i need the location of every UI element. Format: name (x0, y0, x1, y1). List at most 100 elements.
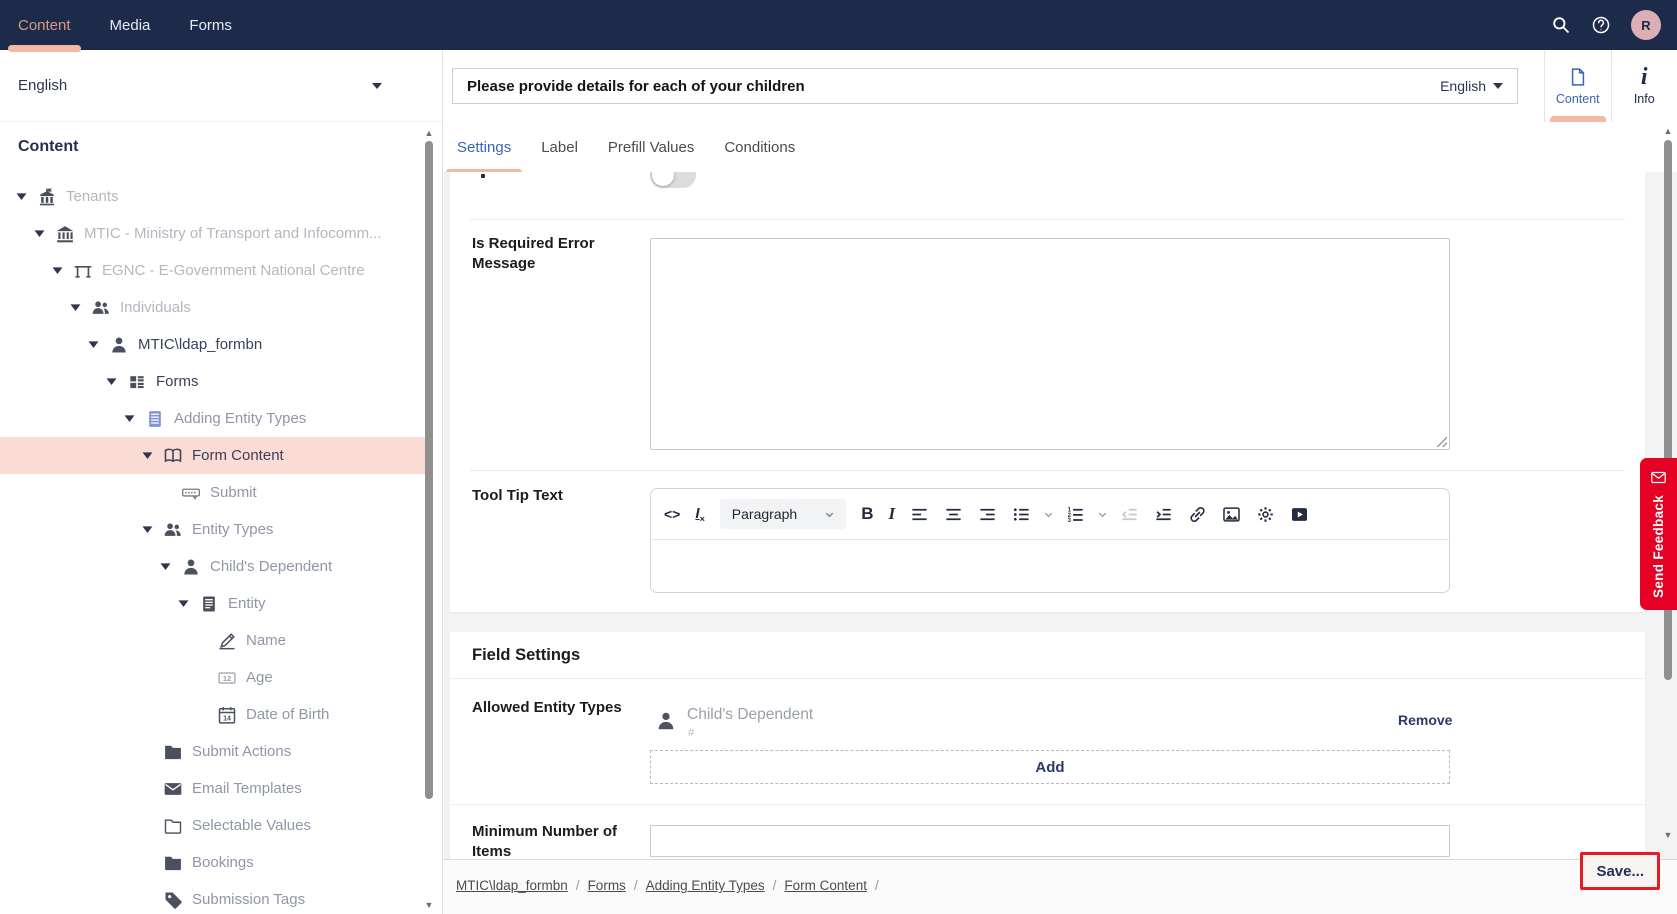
tree-item-label[interactable]: Forms (156, 373, 199, 390)
scrollbar-thumb[interactable] (425, 141, 433, 799)
search-icon[interactable] (1551, 15, 1571, 35)
tree-item-submit-actions[interactable]: Submit Actions (0, 733, 426, 770)
tree-item-label[interactable]: MTIC\ldap_formbn (138, 336, 262, 353)
form-title-input[interactable]: Please provide details for each of your … (452, 68, 1518, 104)
tree-item-label[interactable]: Adding Entity Types (174, 410, 306, 427)
tree-item-form-content[interactable]: Form Content (0, 437, 426, 474)
breadcrumb-link-form-content[interactable]: Form Content (784, 878, 867, 893)
tree-expand-caret-icon[interactable] (70, 303, 82, 312)
tree-item-date-of-birth[interactable]: Date of Birth (0, 696, 426, 733)
send-feedback-button[interactable]: Send Feedback (1640, 458, 1677, 610)
panel-tab-info[interactable]: i Info (1611, 50, 1677, 122)
scroll-up-icon[interactable]: ▲ (1662, 126, 1674, 136)
tree-item-entity-types[interactable]: Entity Types (0, 511, 426, 548)
tree-item-label[interactable]: Entity Types (192, 521, 273, 538)
tree-item-label[interactable]: Age (246, 669, 273, 686)
avatar[interactable]: R (1631, 10, 1661, 40)
toolbar-image-button[interactable] (1222, 505, 1241, 524)
tree-item-label[interactable]: Individuals (120, 299, 191, 316)
save-button[interactable]: Save... (1580, 852, 1660, 890)
breadcrumb-link-forms[interactable]: Forms (588, 878, 626, 893)
tree-item-label[interactable]: Date of Birth (246, 706, 329, 723)
nav-item-forms[interactable]: Forms (189, 0, 232, 50)
tab-conditions[interactable]: Conditions (724, 122, 795, 172)
tree-expand-caret-icon[interactable] (52, 266, 64, 275)
tree-item-label[interactable]: Email Templates (192, 780, 302, 797)
toolbar-video-button[interactable] (1290, 505, 1309, 524)
tree-expand-caret-icon[interactable] (34, 229, 46, 238)
tree-item-submit[interactable]: Submit (0, 474, 426, 511)
tab-label[interactable]: Label (541, 122, 578, 172)
breadcrumb-link-mtic-ldap-formbn[interactable]: MTIC\ldap_formbn (456, 878, 568, 893)
tree-item-child-s-dependent[interactable]: Child's Dependent (0, 548, 426, 585)
tab-prefill-values[interactable]: Prefill Values (608, 122, 694, 172)
scroll-down-icon[interactable]: ▼ (423, 900, 435, 910)
richtext-editor-content[interactable] (651, 540, 1449, 592)
tree-item-label[interactable]: Name (246, 632, 286, 649)
panel-tab-content[interactable]: Content (1545, 50, 1611, 122)
toolbar-clear-format-button[interactable]: I× (695, 505, 704, 524)
tree-item-age[interactable]: Age (0, 659, 426, 696)
toolbar-link-button[interactable] (1188, 505, 1207, 524)
tree-item-individuals[interactable]: Individuals (0, 289, 426, 326)
tab-settings[interactable]: Settings (457, 122, 511, 172)
toolbar-italic-button[interactable]: I (888, 504, 895, 524)
help-icon[interactable] (1591, 15, 1611, 35)
toolbar-align-left-button[interactable] (910, 505, 929, 524)
tree-item-mtic-ldap-formbn[interactable]: MTIC\ldap_formbn (0, 326, 426, 363)
sidebar-language-dropdown[interactable]: English (0, 50, 442, 122)
tree-item-email-templates[interactable]: Email Templates (0, 770, 426, 807)
title-language-dropdown[interactable]: English (1440, 78, 1503, 94)
tree-item-label[interactable]: Child's Dependent (210, 558, 332, 575)
scroll-up-icon[interactable]: ▲ (423, 128, 435, 138)
tree-item-label[interactable]: EGNC - E-Government National Centre (102, 262, 365, 279)
tree-item-egnc-e-government-national-centre[interactable]: EGNC - E-Government National Centre (0, 252, 426, 289)
tree-item-entity[interactable]: Entity (0, 585, 426, 622)
tree-item-label[interactable]: Submission Tags (192, 891, 305, 908)
tree-expand-caret-icon[interactable] (106, 377, 118, 386)
toolbar-outdent-button[interactable] (1120, 505, 1139, 524)
toolbar-align-center-button[interactable] (944, 505, 963, 524)
tree-item-adding-entity-types[interactable]: Adding Entity Types (0, 400, 426, 437)
tree-expand-caret-icon[interactable] (88, 340, 100, 349)
breadcrumb-link-adding-entity-types[interactable]: Adding Entity Types (646, 878, 765, 893)
tree-item-label[interactable]: Form Content (192, 447, 284, 464)
chevron-down-icon[interactable] (1042, 508, 1055, 521)
toolbar-settings-button[interactable] (1256, 505, 1275, 524)
tree-item-submission-tags[interactable]: Submission Tags (0, 881, 426, 914)
remove-entity-button[interactable]: Remove (1398, 712, 1452, 728)
nav-item-media[interactable]: Media (110, 0, 151, 50)
tree-item-label[interactable]: Submit Actions (192, 743, 291, 760)
tree-expand-caret-icon[interactable] (16, 192, 28, 201)
tree-item-label[interactable]: MTIC - Ministry of Transport and Infocom… (84, 225, 382, 242)
chevron-down-icon[interactable] (1096, 508, 1109, 521)
tree-item-label[interactable]: Tenants (66, 188, 119, 205)
scroll-down-icon[interactable]: ▼ (1662, 830, 1674, 840)
min-items-input[interactable] (650, 825, 1450, 857)
is-required-error-textarea[interactable] (650, 238, 1450, 450)
tree-expand-caret-icon[interactable] (160, 562, 172, 571)
tree-expand-caret-icon[interactable] (178, 599, 190, 608)
tree-expand-caret-icon[interactable] (142, 451, 154, 460)
sidebar-scrollbar[interactable]: ▲ ▼ (423, 128, 435, 910)
tree-item-tenants[interactable]: Tenants (0, 178, 426, 215)
tree-item-name[interactable]: Name (0, 622, 426, 659)
add-entity-button[interactable]: Add (650, 750, 1450, 784)
toggle-switch[interactable] (650, 172, 696, 188)
nav-item-content[interactable]: Content (18, 0, 71, 50)
tree-item-mtic-ministry-of-transport-and-infocomm[interactable]: MTIC - Ministry of Transport and Infocom… (0, 215, 426, 252)
toolbar-align-right-button[interactable] (978, 505, 997, 524)
toolbar-bold-button[interactable]: B (861, 504, 873, 524)
tree-item-label[interactable]: Bookings (192, 854, 254, 871)
toolbar-code-button[interactable]: <> (664, 506, 680, 522)
tree-item-selectable-values[interactable]: Selectable Values (0, 807, 426, 844)
toolbar-indent-button[interactable] (1154, 505, 1173, 524)
tree-item-bookings[interactable]: Bookings (0, 844, 426, 881)
tree-item-label[interactable]: Selectable Values (192, 817, 311, 834)
tree-expand-caret-icon[interactable] (142, 525, 154, 534)
tree-item-label[interactable]: Entity (228, 595, 266, 612)
tree-item-forms[interactable]: Forms (0, 363, 426, 400)
tree-item-label[interactable]: Submit (210, 484, 257, 501)
toolbar-numbered-list-button[interactable] (1066, 505, 1085, 524)
toolbar-bullet-list-button[interactable] (1012, 505, 1031, 524)
